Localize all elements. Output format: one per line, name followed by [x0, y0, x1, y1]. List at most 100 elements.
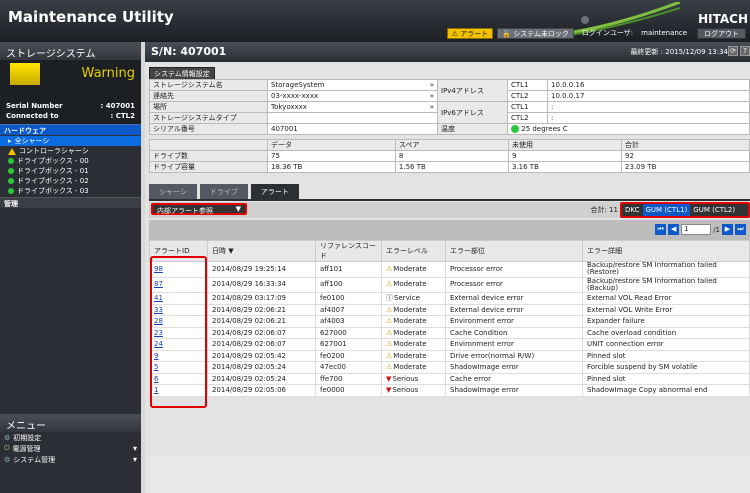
table-row[interactable]: 87 2014/08/29 16:33:34 aff100 Moderate Proce…: [149, 276, 750, 293]
table-row[interactable]: 98 2014/08/29 19:25:14 aff101 Moderate Proce…: [149, 261, 750, 278]
alert-error-detail-cell: Pinned slot: [582, 372, 750, 385]
table-row[interactable]: 6 2014/08/29 02:05:24 ffe700 Serious Cache e…: [149, 372, 750, 385]
alert-error-part: Environment error: [450, 340, 514, 349]
col-error-part[interactable]: エラー部位: [445, 240, 583, 262]
menu-item-power-management[interactable]: ⏻ 電源管理 ▾: [0, 443, 141, 454]
last-page-icon[interactable]: ⏭: [735, 224, 746, 235]
alert-datetime: 2014/08/29 16:33:34: [212, 280, 287, 289]
table-row[interactable]: 9 2014/08/29 02:05:42 fe0200 Moderate Drive …: [149, 349, 750, 362]
tab-chassis[interactable]: シャーシ: [149, 184, 197, 199]
col-alert-id[interactable]: アラートID: [149, 240, 208, 262]
system-lock-button[interactable]: 🔓 システム未ロック: [497, 27, 574, 39]
dkc-option[interactable]: DKC: [622, 204, 643, 216]
expand-icon[interactable]: »: [430, 81, 434, 89]
tree-item-label: 全シャーシ: [14, 137, 50, 145]
tab-drives[interactable]: ドライブ: [199, 184, 248, 199]
alert-id-link[interactable]: 33: [154, 306, 163, 314]
contact-value: 03-xxxx-xxxx »: [267, 90, 438, 102]
tree-item-drive-box-01[interactable]: ドライブボックス - 01: [0, 166, 141, 176]
first-page-icon[interactable]: ⏮: [655, 224, 667, 235]
alert-error-level: Serious: [386, 375, 418, 383]
alert-id-link[interactable]: 24: [154, 340, 163, 348]
alert-id-link[interactable]: 6: [154, 375, 158, 383]
table-row[interactable]: 28 2014/08/29 02:06:21 af4003 Moderate Envir…: [149, 315, 750, 328]
refresh-icon[interactable]: ⟳: [728, 46, 738, 56]
alert-error-level: Moderate: [386, 363, 427, 371]
tree-item-all-chassis[interactable]: ▸ 全シャーシ: [0, 136, 141, 146]
alert-error-detail-cell: External VOL Write Error: [582, 303, 750, 316]
power-icon: ⏻: [4, 444, 10, 452]
drive-count-unused: 9: [507, 150, 623, 162]
ipv4-ctl2-value: 10.0.0.17: [547, 90, 750, 102]
col-reference-code[interactable]: リファレンスコード: [315, 240, 382, 262]
alert-reference-code: 627000: [320, 328, 347, 337]
alert-id-link[interactable]: 98: [154, 265, 163, 273]
alert-button-label: アラート: [460, 29, 489, 38]
alert-error-part-cell: Processor error: [445, 261, 583, 278]
alert-datetime-cell: 2014/08/29 02:06:07: [207, 326, 316, 339]
tree-item-drive-box-03[interactable]: ドライブボックス - 03: [0, 186, 141, 196]
alert-id-link-cell: 23: [149, 326, 208, 339]
menu-item-system-management[interactable]: ⚙ システム管理 ▾: [0, 454, 141, 465]
alert-error-part-cell: Environment error: [445, 338, 583, 351]
tab-alerts[interactable]: アラート: [250, 184, 299, 199]
alert-id-link[interactable]: 1: [154, 386, 158, 394]
alert-id-link[interactable]: 23: [154, 329, 163, 337]
ipv4-label: IPv4アドレス: [437, 79, 508, 102]
alert-id-link[interactable]: 5: [154, 363, 158, 371]
tree-item-drive-box-00[interactable]: ドライブボックス - 00: [0, 156, 141, 166]
gum-ctl1-option[interactable]: GUM (CTL1): [642, 204, 691, 216]
next-page-icon[interactable]: ▶: [722, 224, 733, 235]
logout-button[interactable]: ログアウト: [697, 27, 746, 39]
management-section-header[interactable]: 管理: [0, 197, 141, 208]
drive-count-label: ドライブ数: [149, 150, 268, 162]
alert-button[interactable]: ⚠ アラート: [446, 27, 494, 39]
hardware-section-header[interactable]: ハードウェア: [0, 124, 141, 135]
table-row[interactable]: 41 2014/08/29 03:17:09 fe0100 Service Extern…: [149, 292, 750, 305]
connected-to-label: Connected to: [6, 112, 59, 120]
table-row[interactable]: 24 2014/08/29 02:06:07 627001 Moderate Envir…: [149, 338, 750, 351]
status-ok-icon: [8, 178, 14, 184]
alert-error-level: Moderate: [386, 329, 427, 337]
alert-error-detail-cell: Forcible suspend by SM volatile: [582, 361, 750, 374]
previous-page-icon[interactable]: ◀: [668, 224, 680, 235]
col-error-detail[interactable]: エラー詳細: [582, 240, 750, 262]
alert-id-link-cell: 41: [149, 292, 208, 305]
alert-error-part: Processor error: [450, 280, 503, 289]
table-row[interactable]: 33 2014/08/29 02:06:21 af4007 Moderate Exter…: [149, 303, 750, 316]
table-row[interactable]: 1 2014/08/29 02:05:06 fe0000 Serious ShadowI…: [149, 384, 750, 397]
alert-error-level-cell: Moderate: [381, 326, 446, 339]
alert-datetime: 2014/08/29 19:25:14: [212, 264, 287, 273]
system-info-table: ストレージシステム名 StorageSystem» IPv4アドレス CTL1 …: [149, 79, 750, 135]
chevron-down-icon: ▼: [235, 205, 241, 213]
table-row[interactable]: 5 2014/08/29 02:05:24 47ec00 Moderate Shadow…: [149, 361, 750, 374]
alert-id-link[interactable]: 9: [154, 352, 158, 360]
status-ok-icon: [511, 125, 519, 133]
alert-id-link-cell: 33: [149, 303, 208, 316]
alert-error-part: Cache error: [450, 374, 491, 383]
alert-source-dropdown[interactable]: 内部アラート参照 ▼: [151, 203, 247, 215]
expand-icon[interactable]: »: [430, 92, 434, 100]
alert-error-part-cell: External device error: [445, 292, 583, 305]
tree-item-controller-chassis[interactable]: コントローラシャーシ: [0, 146, 141, 156]
alert-datetime-cell: 2014/08/29 19:25:14: [207, 261, 316, 278]
expand-icon[interactable]: »: [430, 103, 434, 111]
alert-reference-code-cell: 47ec00: [315, 361, 382, 374]
alert-error-detail: Forcible suspend by SM volatile: [587, 363, 698, 372]
col-datetime[interactable]: 日時 ▼: [207, 240, 316, 262]
menu-item-initial-setup[interactable]: ⚙ 初期設定: [0, 432, 141, 443]
page-number-input[interactable]: [681, 224, 712, 235]
app-header: Maintenance Utility HITACH ⚠ アラート 🔓 システム…: [0, 0, 750, 42]
alert-id-link[interactable]: 41: [154, 294, 163, 302]
alert-id-link[interactable]: 87: [154, 280, 163, 288]
col-error-level[interactable]: エラーレベル: [381, 240, 446, 262]
alert-error-level-cell: Serious: [381, 384, 446, 397]
alert-id-link[interactable]: 28: [154, 317, 163, 325]
alert-error-part: ShadowImage error: [450, 386, 519, 395]
table-row[interactable]: 23 2014/08/29 02:06:07 627000 Moderate Cache…: [149, 326, 750, 339]
gum-ctl2-option[interactable]: GUM (CTL2): [690, 204, 738, 216]
tree-item-drive-box-02[interactable]: ドライブボックス - 02: [0, 176, 141, 186]
capacity-corner: [149, 139, 268, 151]
alert-reference-code-cell: fe0000: [315, 384, 382, 397]
help-button[interactable]: ?: [740, 46, 750, 56]
